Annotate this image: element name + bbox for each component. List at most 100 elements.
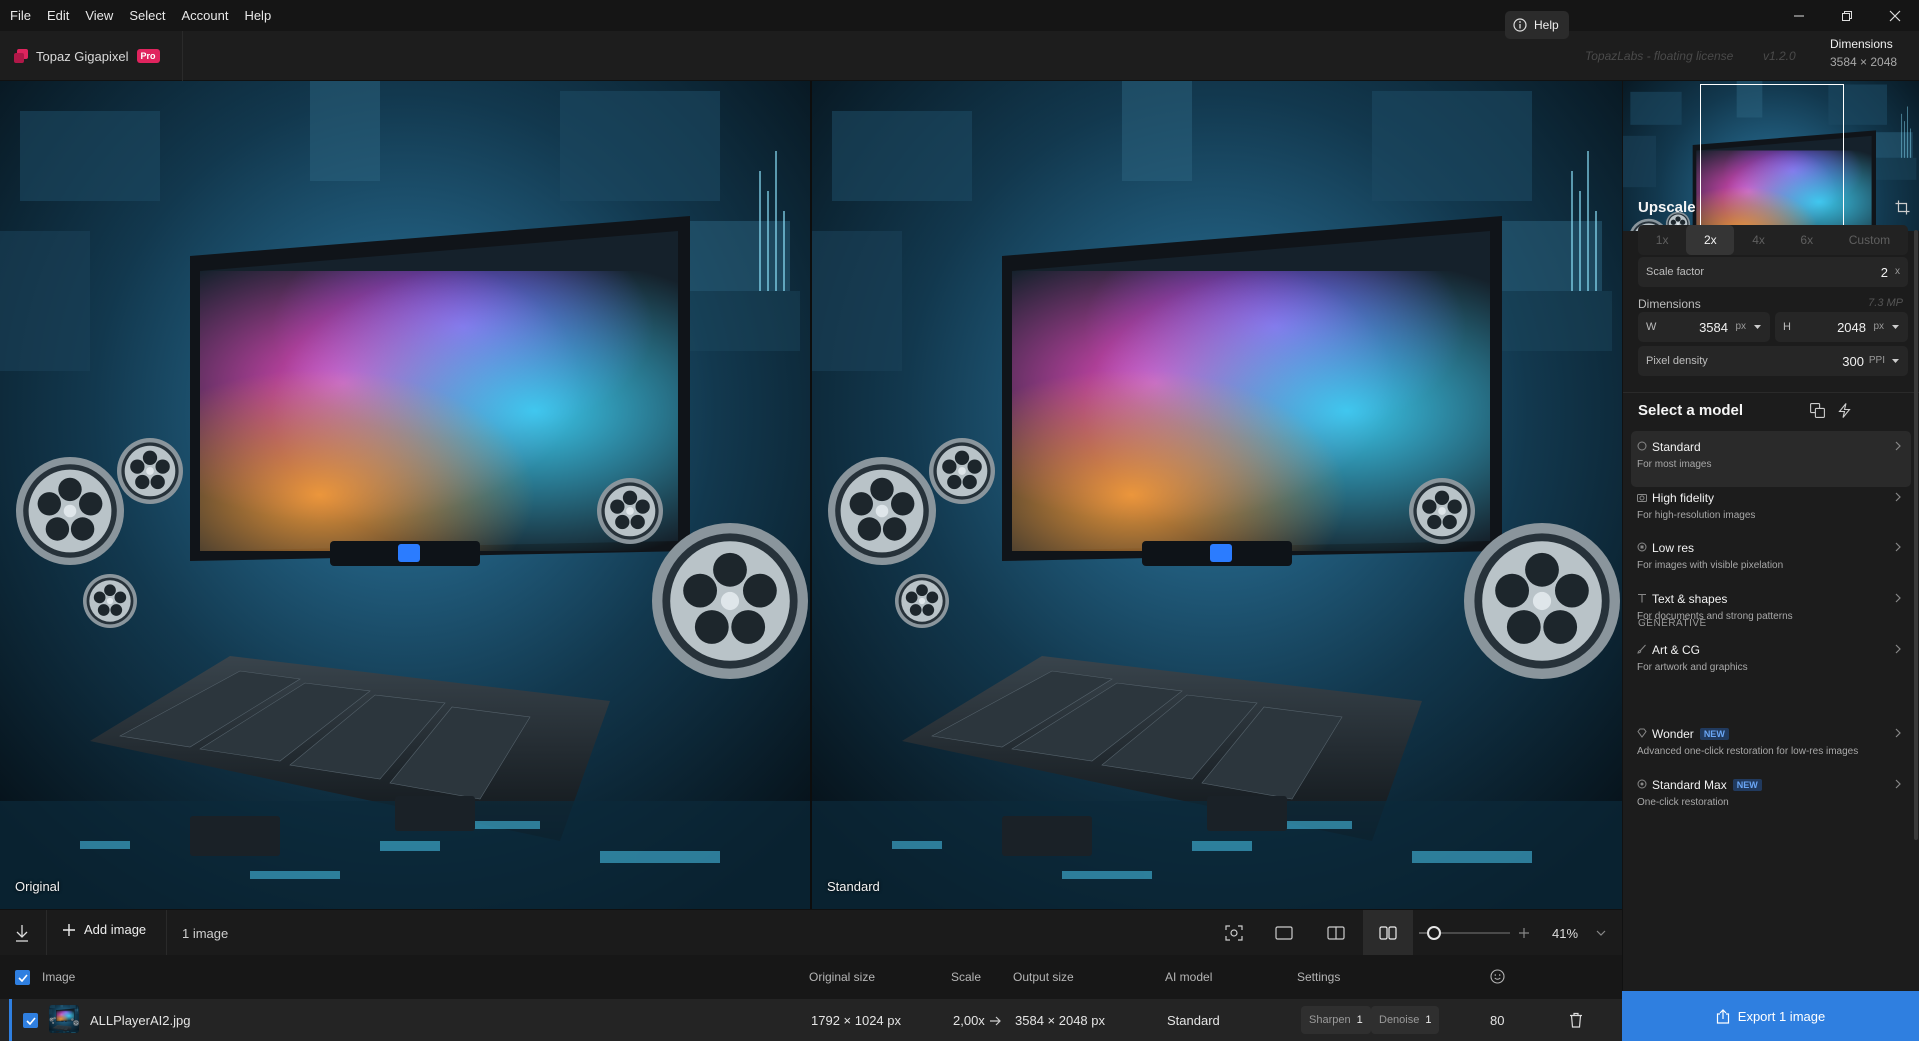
minimize-icon (1794, 15, 1804, 16)
column-original-size[interactable]: Original size (809, 970, 875, 984)
model-standard[interactable]: Standard For most images (1631, 431, 1911, 487)
generative-section-label: GENERATIVE (1638, 618, 1707, 629)
model-description: One-click restoration (1637, 797, 1729, 808)
navigator-viewport[interactable] (1700, 84, 1844, 230)
row-checkbox[interactable] (23, 1013, 38, 1028)
model-standard-max[interactable]: Standard Max NEW One-click restoration (1631, 769, 1911, 825)
processed-label: Standard (827, 879, 880, 894)
chevron-right-icon (1895, 492, 1901, 502)
column-scale[interactable]: Scale (951, 970, 981, 984)
auto-model-button[interactable] (1835, 401, 1853, 419)
row-selected-indicator (9, 999, 12, 1041)
help-button[interactable]: Help (1505, 11, 1569, 39)
zoom-percentage[interactable]: 41% (1552, 926, 1578, 941)
toolbar-divider (166, 910, 167, 956)
pixel-density-label: Pixel density (1646, 355, 1708, 367)
scale-option-custom[interactable]: Custom (1831, 225, 1908, 255)
model-art-cg[interactable]: Art & CG For artwork and graphics (1631, 634, 1911, 690)
restore-button[interactable] (1823, 0, 1871, 31)
fit-to-screen-button[interactable] (1209, 910, 1259, 956)
select-all-checkbox[interactable] (15, 970, 30, 985)
export-label: Export 1 image (1737, 1008, 1826, 1024)
model-wonder[interactable]: Wonder NEW Advanced one-click restoration… (1631, 718, 1911, 774)
single-view-button[interactable] (1259, 910, 1309, 956)
denoise-label: Denoise (1379, 1014, 1420, 1026)
plus-icon (1519, 928, 1529, 938)
zoom-dropdown-button[interactable] (1594, 926, 1608, 940)
check-icon (25, 1016, 36, 1025)
processed-pane[interactable]: Standard (812, 81, 1622, 909)
caret-down-icon (1754, 325, 1761, 329)
model-high-fidelity[interactable]: High fidelity For high-resolution images (1631, 482, 1911, 538)
minimize-button[interactable] (1775, 0, 1823, 31)
menu-account[interactable]: Account (181, 8, 228, 23)
close-button[interactable] (1871, 0, 1919, 31)
pixel-density-field[interactable]: Pixel density 300 PPI (1638, 346, 1908, 376)
add-image-button[interactable]: Add image (62, 922, 146, 937)
model-name: Low res (1652, 541, 1695, 555)
header-dimensions-label: Dimensions (1830, 37, 1893, 51)
lightning-icon (1837, 402, 1851, 418)
zoom-slider-track[interactable] (1430, 932, 1510, 934)
model-text-shapes[interactable]: Text & shapes For documents and strong p… (1631, 583, 1911, 639)
image-thumbnail (49, 1005, 79, 1033)
collapse-panel-button[interactable] (8, 923, 36, 943)
help-label: Help (1534, 18, 1559, 32)
add-image-label: Add image (84, 922, 147, 937)
scale-option-4x[interactable]: 4x (1734, 225, 1782, 255)
scale-option-1x[interactable]: 1x (1638, 225, 1686, 255)
close-icon (1889, 10, 1901, 21)
menu-select[interactable]: Select (129, 8, 165, 23)
zoom-slider-handle[interactable] (1427, 926, 1441, 940)
arrow-right-icon (990, 1016, 1001, 1026)
quality-score: 80 (1490, 1013, 1505, 1028)
table-row[interactable]: ALLPlayerAI2.jpg 1792 × 1024 px 2,00x 35… (0, 999, 1622, 1041)
original-pane[interactable]: Original (0, 81, 810, 909)
column-image[interactable]: Image (42, 970, 75, 984)
column-output-size[interactable]: Output size (1013, 970, 1074, 984)
smiley-icon (1490, 969, 1505, 984)
processed-image (812, 81, 1622, 909)
delete-button[interactable] (1568, 1011, 1584, 1029)
model-name: Text & shapes (1652, 592, 1728, 606)
crop-button[interactable] (1893, 198, 1911, 216)
menu-view[interactable]: View (85, 8, 113, 23)
menu-edit[interactable]: Edit (47, 8, 69, 23)
model-name: Standard Max NEW (1652, 778, 1762, 792)
height-field[interactable]: H 2048 px (1775, 312, 1908, 342)
height-value: 2048 (1837, 320, 1866, 335)
scale-factor-label: Scale factor (1646, 266, 1705, 278)
output-size-value: 3584 × 2048 px (1015, 1013, 1105, 1028)
panel-scrollbar[interactable] (1914, 230, 1918, 840)
sharpen-chip[interactable]: Sharpen 1 (1301, 1006, 1371, 1034)
check-icon (17, 973, 28, 982)
column-settings[interactable]: Settings (1297, 970, 1340, 984)
model-description: Advanced one-click restoration for low-r… (1637, 746, 1859, 757)
slider-view-button[interactable] (1311, 910, 1361, 956)
width-field[interactable]: W 3584 px (1638, 312, 1770, 342)
model-name: High fidelity (1652, 491, 1715, 505)
chevron-right-icon (1895, 542, 1901, 552)
trash-icon (1570, 1012, 1582, 1028)
text-icon (1638, 593, 1646, 603)
scale-factor-field[interactable]: Scale factor 2 x (1638, 257, 1908, 287)
menu-bar: File Edit View Select Account Help (0, 0, 1919, 31)
compare-models-button[interactable] (1808, 401, 1826, 419)
scale-option-2x[interactable]: 2x (1686, 225, 1735, 255)
model-low-res[interactable]: Low res For images with visible pixelati… (1631, 532, 1911, 588)
side-by-side-view-button[interactable] (1363, 910, 1413, 956)
zoom-in-button[interactable] (1518, 926, 1530, 940)
column-ai-model[interactable]: AI model (1165, 970, 1212, 984)
denoise-chip[interactable]: Denoise 1 (1371, 1006, 1440, 1034)
export-button[interactable]: Export 1 image (1622, 991, 1919, 1041)
scale-selector: 1x 2x 4x 6x Custom (1638, 225, 1908, 255)
menu-file[interactable]: File (10, 8, 31, 23)
comparison-viewer[interactable]: Original Standard (0, 81, 1622, 909)
model-name: Standard (1652, 440, 1701, 454)
camera-icon (1637, 494, 1647, 502)
menu-help[interactable]: Help (244, 8, 271, 23)
scale-option-6x[interactable]: 6x (1783, 225, 1831, 255)
model-name: Art & CG (1652, 643, 1701, 657)
pixel-density-value: 300 (1842, 354, 1864, 369)
width-value: 3584 (1699, 320, 1728, 335)
